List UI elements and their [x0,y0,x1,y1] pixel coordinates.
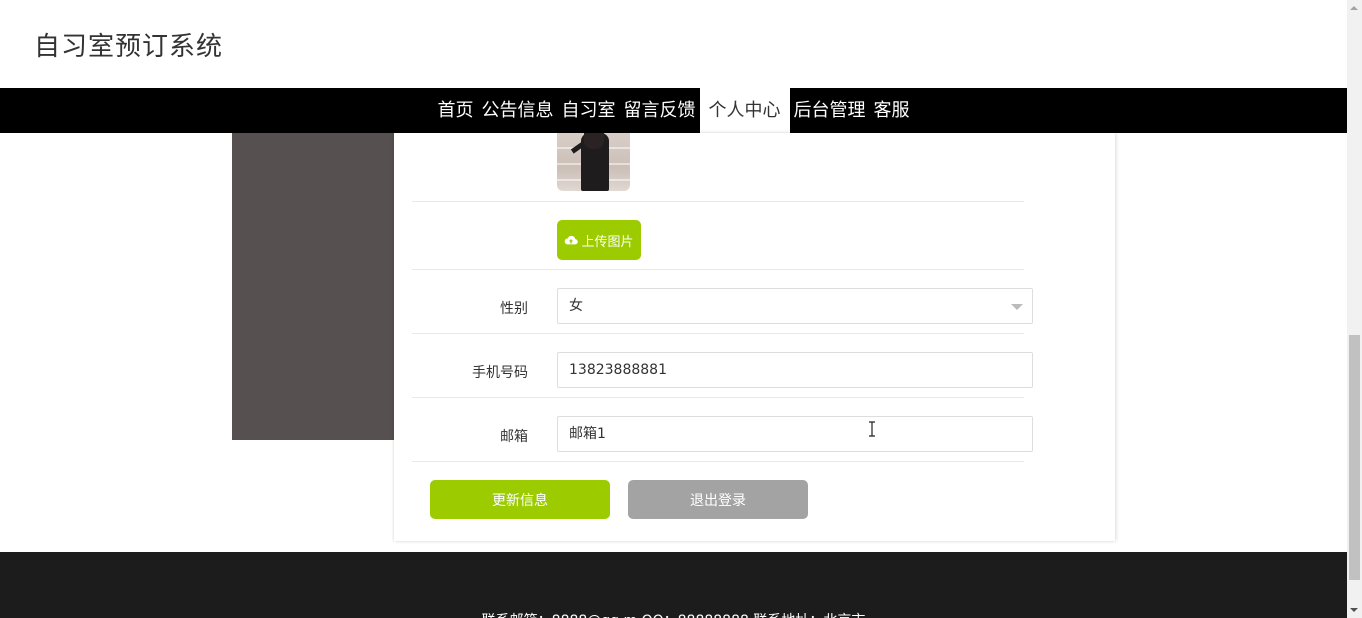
nav-item-customer-service[interactable]: 客服 [870,88,914,133]
scroll-down-arrow-icon[interactable] [1350,608,1358,612]
upload-image-button[interactable]: 上传图片 [557,220,641,260]
nav-item-feedback[interactable]: 留言反馈 [620,88,700,133]
email-input[interactable]: 邮箱1 [557,416,1033,452]
main-nav: 首页 公告信息 自习室 留言反馈 个人中心 后台管理 客服 [0,88,1347,133]
nav-item-home[interactable]: 首页 [434,88,478,133]
upload-image-label: 上传图片 [581,234,634,250]
site-header: 自习室预订系统 [0,0,1347,88]
gender-row: 性别 女 [412,270,1033,334]
email-row: 邮箱 邮箱1 [412,398,1033,462]
phone-input[interactable]: 13823888881 [557,352,1033,388]
page: 自习室预订系统 首页 公告信息 自习室 留言反馈 个人中心 后台管理 客服 上传… [0,0,1362,618]
side-panel [232,133,394,440]
logout-button[interactable]: 退出登录 [628,480,808,519]
site-footer: 联系邮箱：8888@qq.m QQ：88888888 联系地址：北京市 [0,552,1347,618]
nav-item-personal-center[interactable]: 个人中心 [699,88,790,133]
gender-label: 性别 [500,301,528,317]
nav-item-announcements[interactable]: 公告信息 [478,88,558,133]
scroll-thumb[interactable] [1349,335,1360,580]
cloud-upload-icon [565,235,579,245]
scroll-up-arrow-icon[interactable] [1350,6,1358,10]
footer-contact: 联系邮箱：8888@qq.m QQ：88888888 联系地址：北京市 [0,610,1347,618]
gender-select-value: 女 [569,298,583,314]
upload-row: 上传图片 [412,202,1024,270]
avatar-row [412,133,1024,202]
site-title: 自习室预订系统 [34,32,224,62]
page-scrollbar[interactable] [1347,0,1362,618]
text-cursor-icon [869,421,875,437]
email-label: 邮箱 [500,429,528,445]
update-info-button[interactable]: 更新信息 [430,480,610,519]
phone-label: 手机号码 [472,365,528,381]
avatar [557,133,630,191]
nav-item-study-rooms[interactable]: 自习室 [558,88,620,133]
chevron-down-icon [1011,304,1023,310]
nav-item-admin[interactable]: 后台管理 [790,88,870,133]
phone-row: 手机号码 13823888881 [412,334,1033,398]
profile-card: 上传图片 性别 女 手机号码 13823888881 邮箱 邮箱1 更新信息 退… [394,133,1115,541]
gender-select[interactable]: 女 [557,288,1033,324]
